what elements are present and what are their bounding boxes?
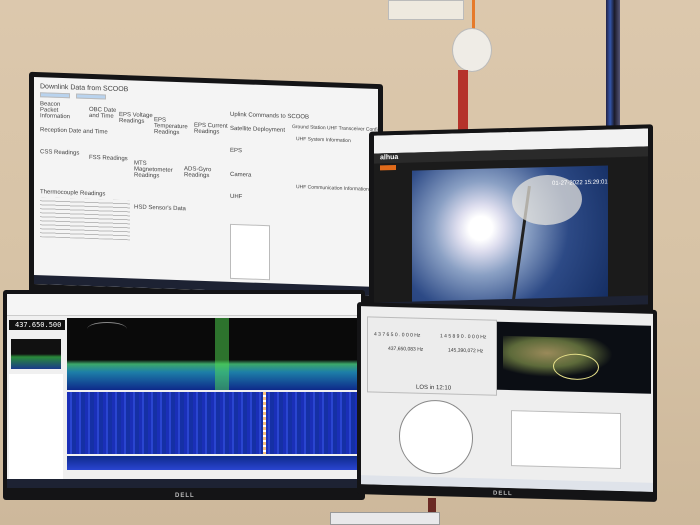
tracking-panel [511,410,621,469]
uplink-camera: Camera [230,171,252,179]
downlink-freq: 4 3 7 6 5 0 . 0 0 0 Hz [374,331,421,339]
monitor-top-right: alhua 01-27-2022 15:29:01 DELL [369,124,653,322]
uplink-uhf: UHF [230,193,243,201]
monitor-top-left: Downlink Data from SCOOB Beacon Packet I… [29,71,383,307]
section-reception: Reception Date and Time [40,127,108,136]
log-box [230,223,270,281]
uplink-freq: 1 4 5 8 9 0 . 0 0 0 Hz [440,333,487,341]
dahua-logo: alhua [380,153,399,162]
camera-feed: 01-27-2022 15:29:01 [412,165,608,303]
dell-logo: DELL [493,490,513,498]
radio-downlink: 437,650,083 Hz [388,345,424,353]
section-fss: FSS Readings [89,154,128,163]
section-eps-voltage: EPS Voltage Readings [119,111,153,125]
live-tab[interactable] [380,165,396,171]
timeline [67,456,361,470]
wall-box [388,0,464,20]
frequency-readout: 437.650.500 [15,321,62,329]
mini-spectrum [11,339,61,369]
spectrum-plot [67,318,361,390]
world-map [493,321,651,394]
monitor-bottom-right: 4 3 7 6 5 0 . 0 0 0 Hz 1 4 5 8 9 0 . 0 0… [357,302,657,502]
polar-plot [399,399,473,476]
uplink-eps: EPS [230,147,243,155]
section-beacon: Beacon Packet Information [40,101,71,121]
monitor-bottom-left: 437.650.500 DELL [3,290,365,500]
section-hsd: HSD Sensor's Data [134,204,186,213]
section-mts: MTS Magnetometer Readings [134,160,173,180]
taskbar [7,479,361,488]
dell-logo: DELL [175,493,195,499]
los-countdown: LOS in 12:10 [416,384,452,392]
desk-device [330,512,440,525]
s-meter [87,322,127,336]
doppler-window: 4 3 7 6 5 0 . 0 0 0 Hz 1 4 5 8 9 0 . 0 0… [367,316,497,396]
section-eps-current: EPS Current Readings [194,122,228,136]
start-button[interactable] [40,92,70,99]
section-ads: ADS-Gyro Readings [184,166,212,180]
section-css: CSS Readings [40,149,80,157]
gs-uhf-system: UHF System Information [296,136,351,145]
uplink-deploy: Satellite Deployment [230,125,286,134]
section-eps-temp: EPS Temperature Readings [154,117,188,137]
signal-trace [263,392,266,454]
section-thermo: Thermocouple Readings [40,189,106,198]
gs-title: Ground Station UHF Transceiver Configura… [292,124,378,134]
stop-button[interactable] [76,93,106,100]
filter-passband [215,318,229,390]
waterfall [67,392,361,454]
camera-timestamp: 01-27-2022 15:29:01 [552,179,608,187]
taskbar [361,475,653,492]
pipe-fitting [452,28,492,72]
readings-grid [40,197,130,241]
gs-uhf-comm: UHF Communication Information [296,184,369,193]
sdr-ribbon [7,294,361,316]
uplink-title: Uplink Commands to SCOOB [230,111,310,121]
side-panel [9,374,63,484]
radio-uplink: 145,390,072 Hz [448,347,484,355]
red-pipe [458,70,468,132]
